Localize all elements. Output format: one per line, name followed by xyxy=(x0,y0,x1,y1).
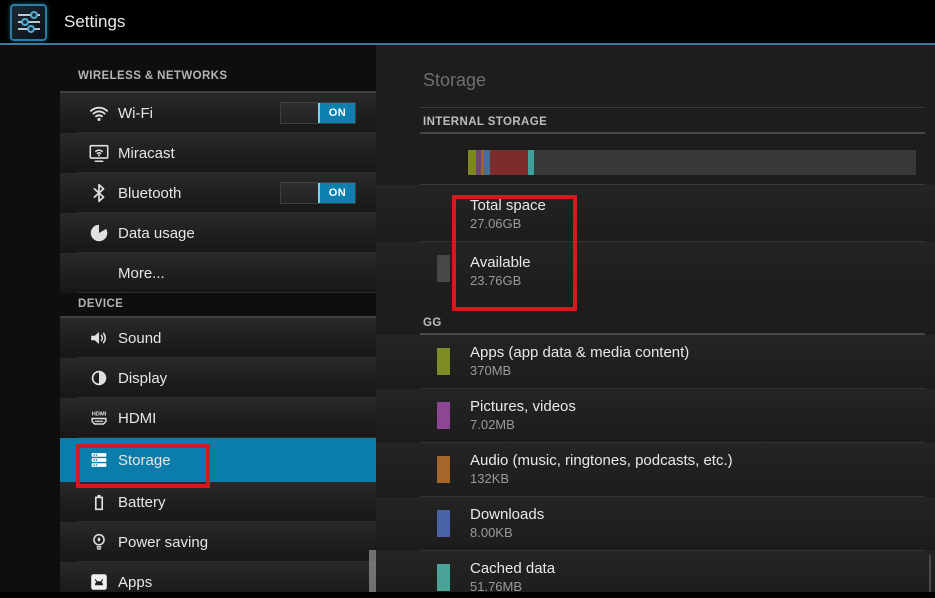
bluetooth-toggle[interactable]: ON xyxy=(280,182,356,204)
sidebar-item-label: Wi-Fi xyxy=(118,105,153,122)
bar-segment-free xyxy=(534,150,916,175)
sidebar-item-bluetooth[interactable]: Bluetooth ON xyxy=(60,173,376,213)
downloads-color-swatch xyxy=(437,510,450,537)
action-bar: Settings xyxy=(0,0,935,45)
bluetooth-icon xyxy=(88,182,110,204)
settings-sliders-icon xyxy=(14,7,44,37)
audio-color-swatch xyxy=(437,456,450,483)
row-value: 370MB xyxy=(470,363,935,378)
sidebar-item-hdmi[interactable]: HDMI HDMI xyxy=(60,398,376,438)
section-header-internal-storage: INTERNAL STORAGE xyxy=(420,116,925,134)
sidebar-item-label: Power saving xyxy=(118,534,208,551)
sidebar-item-battery[interactable]: Battery xyxy=(60,482,376,522)
sidebar-item-label: Bluetooth xyxy=(118,185,181,202)
row-title: Audio (music, ringtones, podcasts, etc.) xyxy=(470,452,935,469)
sidebar-item-power-saving[interactable]: Power saving xyxy=(60,522,376,562)
section-header-wireless: WIRELESS & NETWORKS xyxy=(60,70,376,93)
settings-nav-list: WIRELESS & NETWORKS Wi-Fi ON xyxy=(60,70,376,598)
pictures-color-swatch xyxy=(437,402,450,429)
storage-row-audio[interactable]: Audio (music, ringtones, podcasts, etc.)… xyxy=(376,443,935,497)
sidebar-item-wifi[interactable]: Wi-Fi ON xyxy=(60,93,376,133)
sidebar-item-display[interactable]: Display xyxy=(60,358,376,398)
settings-nav: WIRELESS & NETWORKS Wi-Fi ON xyxy=(0,45,376,598)
toggle-track xyxy=(281,183,318,203)
power-saving-icon xyxy=(88,531,110,553)
section-header-device: DEVICE xyxy=(60,298,376,318)
content: WIRELESS & NETWORKS Wi-Fi ON xyxy=(0,45,935,598)
sidebar-item-more[interactable]: More... xyxy=(60,253,376,293)
page-title: Settings xyxy=(64,12,125,32)
apps-color-swatch xyxy=(437,348,450,375)
row-title: Downloads xyxy=(470,506,935,523)
data-usage-icon xyxy=(88,222,110,244)
wifi-icon xyxy=(88,102,110,124)
toggle-on-label: ON xyxy=(318,103,355,123)
row-value: 8.00KB xyxy=(470,525,935,540)
row-title: Cached data xyxy=(470,560,935,577)
sidebar-item-label: Battery xyxy=(118,494,166,511)
toggle-track xyxy=(281,103,318,123)
sidebar-item-data-usage[interactable]: Data usage xyxy=(60,213,376,253)
apps-icon xyxy=(88,571,110,593)
sidebar-item-label: Apps xyxy=(118,574,152,591)
sidebar-item-label: Data usage xyxy=(118,225,195,242)
available-color-swatch xyxy=(437,255,450,282)
section-header-gg: GG xyxy=(420,311,925,335)
sidebar-item-label: More... xyxy=(118,265,165,282)
divider xyxy=(420,107,925,108)
sidebar-item-miracast[interactable]: Miracast xyxy=(60,133,376,173)
storage-row-downloads[interactable]: Downloads 8.00KB xyxy=(376,497,935,551)
settings-app-icon[interactable] xyxy=(10,4,47,41)
storage-panel: Storage INTERNAL STORAGE Total space 27.… xyxy=(376,45,935,598)
settings-screen: Settings WIRELESS & NETWORKS Wi-Fi xyxy=(0,0,935,598)
sidebar-item-sound[interactable]: Sound xyxy=(60,318,376,358)
annotation-box-storage-summary xyxy=(452,195,577,311)
sidebar-item-label: HDMI xyxy=(118,410,156,427)
bar-segment-misc xyxy=(490,150,528,175)
sidebar-item-label: Sound xyxy=(118,330,161,347)
row-value: 132KB xyxy=(470,471,935,486)
storage-row-pictures-videos[interactable]: Pictures, videos 7.02MB xyxy=(376,389,935,443)
storage-usage-bar xyxy=(468,150,916,175)
miracast-icon xyxy=(88,142,110,164)
cached-data-color-swatch xyxy=(437,564,450,591)
row-title: Pictures, videos xyxy=(470,398,935,415)
display-icon xyxy=(88,367,110,389)
panel-title: Storage xyxy=(376,45,935,92)
toggle-on-label: ON xyxy=(318,183,355,203)
row-title: Apps (app data & media content) xyxy=(470,344,935,361)
storage-row-cached-data[interactable]: Cached data 51.76MB xyxy=(376,551,935,598)
hdmi-icon: HDMI xyxy=(88,407,110,429)
wifi-toggle[interactable]: ON xyxy=(280,102,356,124)
sound-icon xyxy=(88,327,110,349)
svg-text:HDMI: HDMI xyxy=(92,412,107,418)
annotation-box-storage-item xyxy=(76,444,210,488)
sidebar-item-label: Display xyxy=(118,370,167,387)
nav-scrollbar-thumb[interactable] xyxy=(369,550,376,598)
battery-icon xyxy=(88,491,110,513)
bar-segment-apps xyxy=(468,150,476,175)
storage-row-apps[interactable]: Apps (app data & media content) 370MB xyxy=(376,335,935,389)
sidebar-item-label: Miracast xyxy=(118,145,175,162)
blank-icon-slot xyxy=(88,262,110,284)
bottom-bar xyxy=(0,592,935,598)
row-value: 7.02MB xyxy=(470,417,935,432)
